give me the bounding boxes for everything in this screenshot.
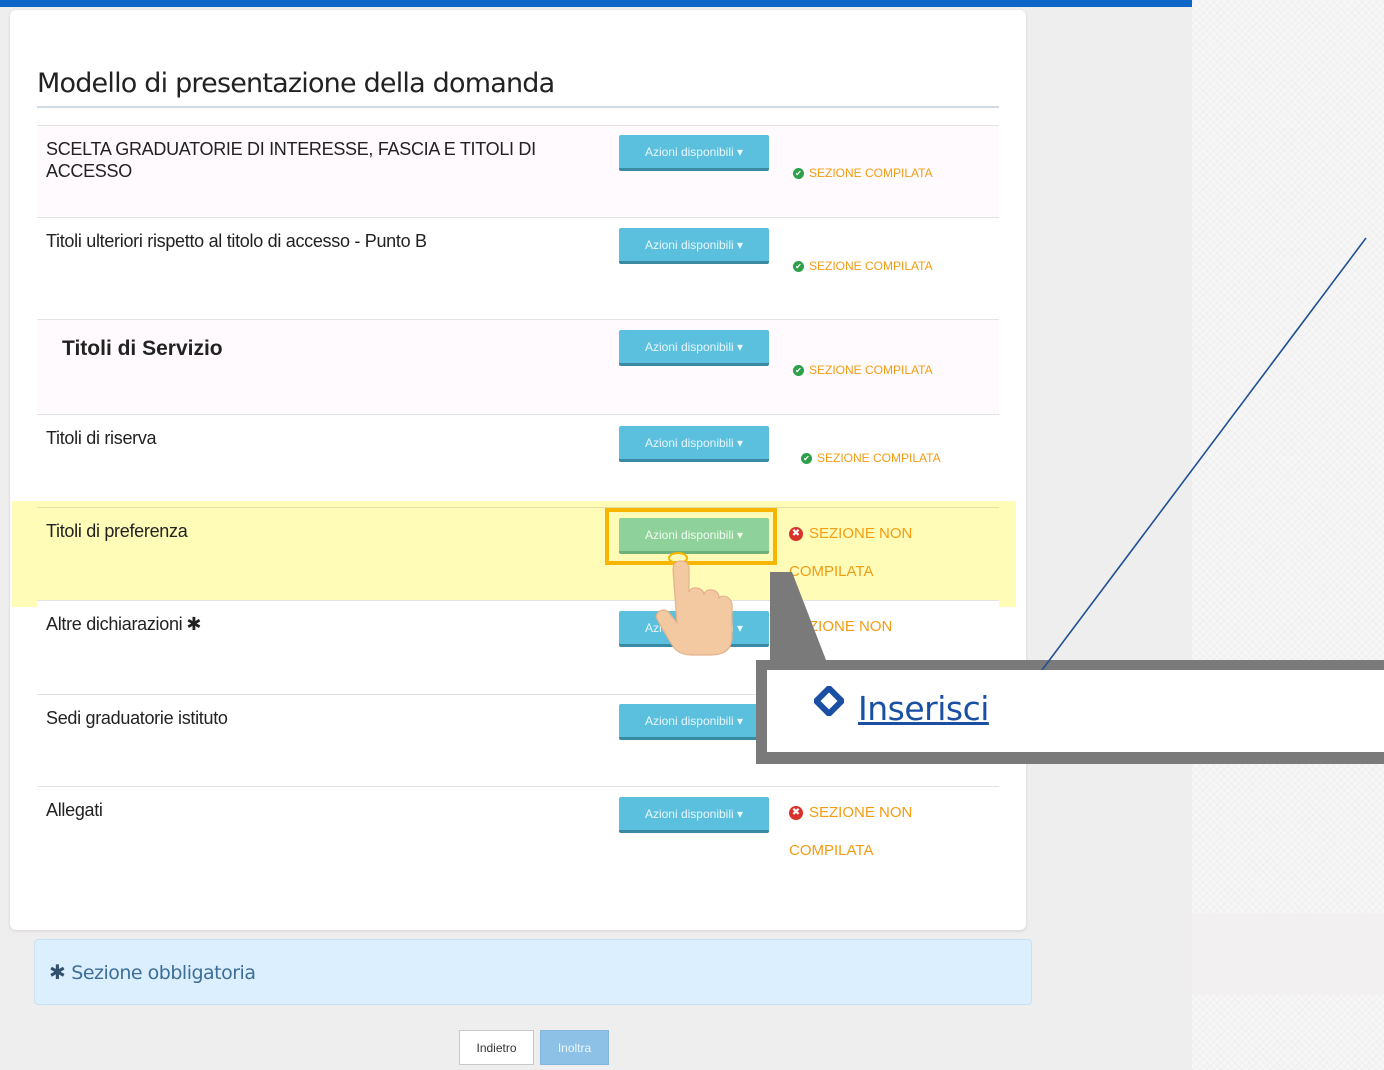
section-label: Altre dichiarazioni ✱ bbox=[46, 614, 202, 634]
actions-dropdown-button[interactable]: Azioni disponibili ▾ bbox=[619, 704, 769, 740]
section-row-allegati: Allegati Azioni disponibili ▾ ✖ SEZIONE N… bbox=[37, 786, 999, 897]
section-row-titoli-ulteriori: Titoli ulteriori rispetto al titolo di a… bbox=[37, 217, 999, 320]
actions-dropdown-button[interactable]: Azioni disponibili ▾ bbox=[619, 797, 769, 833]
check-circle-icon: ✔ bbox=[793, 261, 804, 273]
section-label: Allegati bbox=[46, 800, 103, 820]
required-note-panel: ✱ Sezione obbligatoria bbox=[34, 939, 1032, 1005]
back-button[interactable]: Indietro bbox=[459, 1030, 534, 1065]
title-divider bbox=[37, 106, 999, 108]
section-row-titoli-preferenza: Titoli di preferenza Azioni disponibili … bbox=[37, 507, 999, 600]
check-circle-icon: ✔ bbox=[793, 365, 804, 377]
inserisci-link[interactable]: Inserisci bbox=[858, 689, 989, 728]
section-label: SCELTA GRADUATORIE DI INTERESSE, FASCIA … bbox=[46, 139, 536, 181]
section-row-titoli-riserva: Titoli di riserva Azioni disponibili ▾ ✔… bbox=[37, 414, 999, 509]
submit-button[interactable]: Inoltra bbox=[540, 1030, 609, 1065]
section-label: Sedi graduatorie istituto bbox=[46, 708, 228, 728]
check-circle-icon: ✔ bbox=[801, 453, 812, 465]
section-status: ✔ SEZIONE COMPILATA bbox=[801, 451, 941, 465]
right-side-panel bbox=[1192, 0, 1384, 1070]
error-circle-icon: ✖ bbox=[789, 806, 803, 821]
required-asterisk-icon: ✱ bbox=[186, 614, 202, 634]
section-row-scelta-graduatorie: SCELTA GRADUATORIE DI INTERESSE, FASCIA … bbox=[37, 125, 999, 218]
section-row-titoli-servizio: Titoli di Servizio Azioni disponibili ▾ … bbox=[37, 319, 999, 415]
top-accent-bar bbox=[0, 0, 1192, 7]
section-status: ✔ SEZIONE COMPILATA bbox=[793, 259, 933, 273]
section-label: Titoli di preferenza bbox=[46, 521, 188, 541]
hand-pointer-icon bbox=[655, 552, 733, 656]
section-status: SEZIONE NON bbox=[789, 618, 893, 635]
section-status: ✔ SEZIONE COMPILATA bbox=[793, 166, 933, 180]
check-circle-icon: ✔ bbox=[793, 168, 804, 180]
section-label: Titoli di Servizio bbox=[62, 337, 223, 360]
section-label: Titoli ulteriori rispetto al titolo di a… bbox=[46, 231, 427, 251]
add-diamond-icon bbox=[814, 686, 844, 716]
section-status: ✖ SEZIONE NON COMPILATA bbox=[789, 804, 913, 859]
page-title: Modello di presentazione della domanda bbox=[37, 68, 555, 99]
actions-dropdown-button[interactable]: Azioni disponibili ▾ bbox=[619, 330, 769, 366]
section-status: ✔ SEZIONE COMPILATA bbox=[793, 363, 933, 377]
section-status: ✖ SEZIONE NON COMPILATA bbox=[789, 525, 913, 580]
error-circle-icon: ✖ bbox=[789, 527, 803, 542]
actions-dropdown-button[interactable]: Azioni disponibili ▾ bbox=[619, 228, 769, 264]
right-panel-band bbox=[1192, 913, 1384, 995]
actions-dropdown-button[interactable]: Azioni disponibili ▾ bbox=[619, 135, 769, 171]
section-label: Titoli di riserva bbox=[46, 428, 157, 448]
required-asterisk-icon: ✱ bbox=[49, 960, 66, 984]
actions-dropdown-button[interactable]: Azioni disponibili ▾ bbox=[619, 426, 769, 462]
